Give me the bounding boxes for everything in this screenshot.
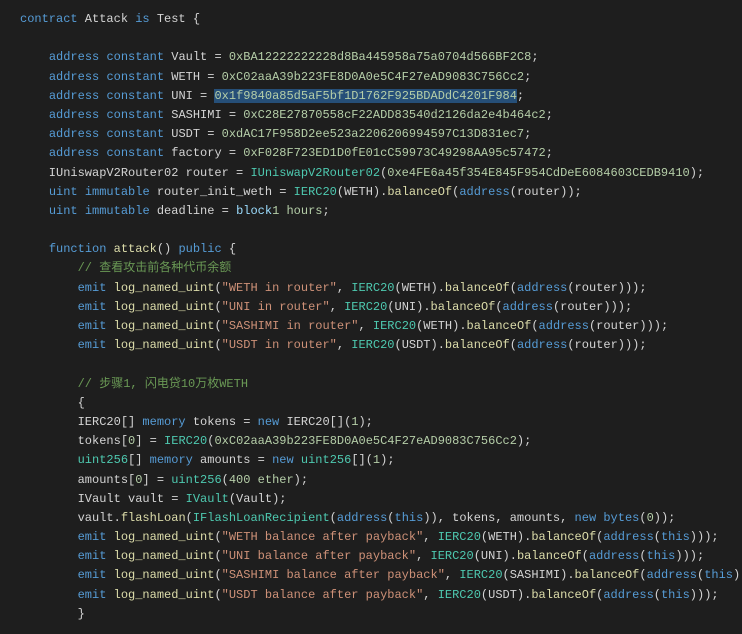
- line-30: emit log_named_uint("SASHIMI balance aft…: [20, 568, 742, 582]
- line-15: emit log_named_uint("WETH in router", IE…: [20, 281, 647, 295]
- line-17: emit log_named_uint("SASHIMI in router",…: [20, 319, 668, 333]
- highlighted-address: 0x1f9840a85d5aF5bf1D1762F925BDADdC4201F9…: [214, 89, 516, 103]
- line-13: function attack() public {: [20, 242, 236, 256]
- line-9: IUniswapV2Router02 router = IUniswapV2Ro…: [20, 166, 704, 180]
- line-4: address constant WETH = 0xC02aaA39b223FE…: [20, 70, 531, 84]
- line-27: vault.flashLoan(IFlashLoanRecipient(addr…: [20, 511, 675, 525]
- line-1: contract Attack is Test {: [20, 12, 200, 26]
- line-28: emit log_named_uint("WETH balance after …: [20, 530, 719, 544]
- line-16: emit log_named_uint("UNI in router", IER…: [20, 300, 632, 314]
- line-3: address constant Vault = 0xBA12222222228…: [20, 50, 539, 64]
- line-22: IERC20[] memory tokens = new IERC20[](1)…: [20, 415, 373, 429]
- line-5: address constant UNI = 0x1f9840a85d5aF5b…: [20, 89, 524, 103]
- line-7: address constant USDT = 0xdAC17F958D2ee5…: [20, 127, 531, 141]
- line-18: emit log_named_uint("USDT in router", IE…: [20, 338, 647, 352]
- line-32: }: [20, 607, 85, 621]
- line-29: emit log_named_uint("UNI balance after p…: [20, 549, 704, 563]
- line-11: uint immutable deadline = block1 hours;: [20, 204, 330, 218]
- line-31: emit log_named_uint("USDT balance after …: [20, 588, 719, 602]
- line-10: uint immutable router_init_weth = IERC20…: [20, 185, 582, 199]
- line-23: tokens[0] = IERC20(0xC02aaA39b223FE8D0A0…: [20, 434, 531, 448]
- line-20: // 步骤1, 闪电贷10万枚WETH: [20, 377, 248, 391]
- line-24: uint256[] memory amounts = new uint256[]…: [20, 453, 395, 467]
- line-25: amounts[0] = uint256(400 ether);: [20, 473, 308, 487]
- line-21: {: [20, 396, 85, 410]
- line-14: // 查看攻击前各种代币余额: [20, 261, 231, 275]
- code-block: contract Attack is Test { address consta…: [0, 0, 742, 634]
- line-6: address constant SASHIMI = 0xC28E2787055…: [20, 108, 553, 122]
- line-26: IVault vault = IVault(Vault);: [20, 492, 286, 506]
- line-8: address constant factory = 0xF028F723ED1…: [20, 146, 553, 160]
